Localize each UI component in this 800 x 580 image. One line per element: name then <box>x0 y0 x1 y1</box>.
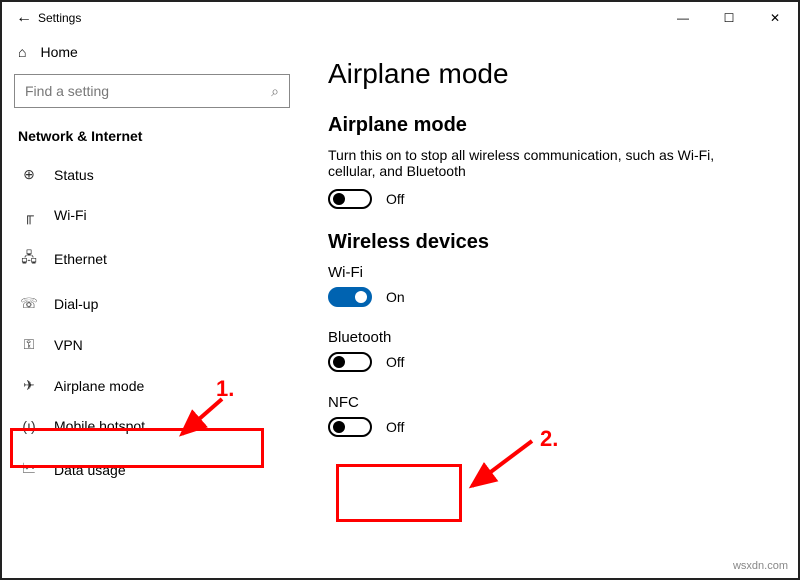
status-icon: ⊕ <box>20 166 38 183</box>
sidebar-item-label: Data usage <box>54 462 126 478</box>
sidebar-item-status[interactable]: ⊕ Status <box>14 154 290 195</box>
category-heading: Network & Internet <box>14 126 290 154</box>
airplane-mode-description: Turn this on to stop all wireless commun… <box>328 147 748 179</box>
data-usage-icon: 🗠 <box>20 458 38 482</box>
page-title: Airplane mode <box>328 58 772 90</box>
bluetooth-state: Off <box>386 354 404 370</box>
wireless-devices-heading: Wireless devices <box>328 231 772 254</box>
search-icon: ⌕ <box>271 83 279 100</box>
home-nav[interactable]: ⌂ Home <box>14 34 290 74</box>
back-button[interactable]: ← <box>10 9 38 27</box>
ethernet-icon: 🖧 <box>20 247 38 271</box>
hotspot-icon: (ı) <box>20 418 38 434</box>
watermark: wsxdn.com <box>733 560 788 572</box>
sidebar-item-label: Ethernet <box>54 251 107 267</box>
wifi-label: Wi-Fi <box>328 264 772 281</box>
window-title: Settings <box>38 11 660 25</box>
sidebar-item-label: Dial-up <box>54 296 98 312</box>
bluetooth-toggle[interactable] <box>328 352 372 372</box>
sidebar-item-label: Airplane mode <box>54 378 144 394</box>
titlebar: ← Settings — ☐ ✕ <box>2 2 798 34</box>
nfc-state: Off <box>386 419 404 435</box>
sidebar-item-wifi[interactable]: ╓ Wi-Fi <box>14 195 290 235</box>
airplane-mode-heading: Airplane mode <box>328 114 772 137</box>
nfc-toggle[interactable] <box>328 417 372 437</box>
sidebar-item-label: Status <box>54 167 94 183</box>
bluetooth-label: Bluetooth <box>328 329 772 346</box>
minimize-button[interactable]: — <box>660 2 706 34</box>
airplane-mode-state: Off <box>386 191 404 207</box>
search-placeholder: Find a setting <box>25 83 109 99</box>
sidebar-item-ethernet[interactable]: 🖧 Ethernet <box>14 235 290 283</box>
sidebar-item-dialup[interactable]: ☏ Dial-up <box>14 283 290 324</box>
sidebar: ⌂ Home Find a setting ⌕ Network & Intern… <box>2 34 302 578</box>
wifi-toggle[interactable] <box>328 287 372 307</box>
sidebar-item-vpn[interactable]: ⚿ VPN <box>14 324 290 365</box>
close-button[interactable]: ✕ <box>752 2 798 34</box>
sidebar-item-airplane-mode[interactable]: ✈ Airplane mode <box>14 365 290 406</box>
home-label: Home <box>40 44 77 60</box>
sidebar-item-label: Wi-Fi <box>54 207 87 223</box>
nfc-label: NFC <box>328 394 772 411</box>
search-input[interactable]: Find a setting ⌕ <box>14 74 290 108</box>
window-controls: — ☐ ✕ <box>660 2 798 34</box>
wifi-icon: ╓ <box>20 207 38 223</box>
sidebar-item-mobile-hotspot[interactable]: (ı) Mobile hotspot <box>14 406 290 446</box>
airplane-icon: ✈ <box>20 377 38 394</box>
maximize-button[interactable]: ☐ <box>706 2 752 34</box>
wifi-state: On <box>386 289 405 305</box>
sidebar-item-label: VPN <box>54 337 83 353</box>
content-pane: Airplane mode Airplane mode Turn this on… <box>302 34 798 578</box>
home-icon: ⌂ <box>18 44 26 60</box>
sidebar-item-data-usage[interactable]: 🗠 Data usage <box>14 446 290 494</box>
airplane-mode-toggle[interactable] <box>328 189 372 209</box>
dialup-icon: ☏ <box>20 295 38 312</box>
sidebar-item-label: Mobile hotspot <box>54 418 145 434</box>
vpn-icon: ⚿ <box>20 336 38 353</box>
